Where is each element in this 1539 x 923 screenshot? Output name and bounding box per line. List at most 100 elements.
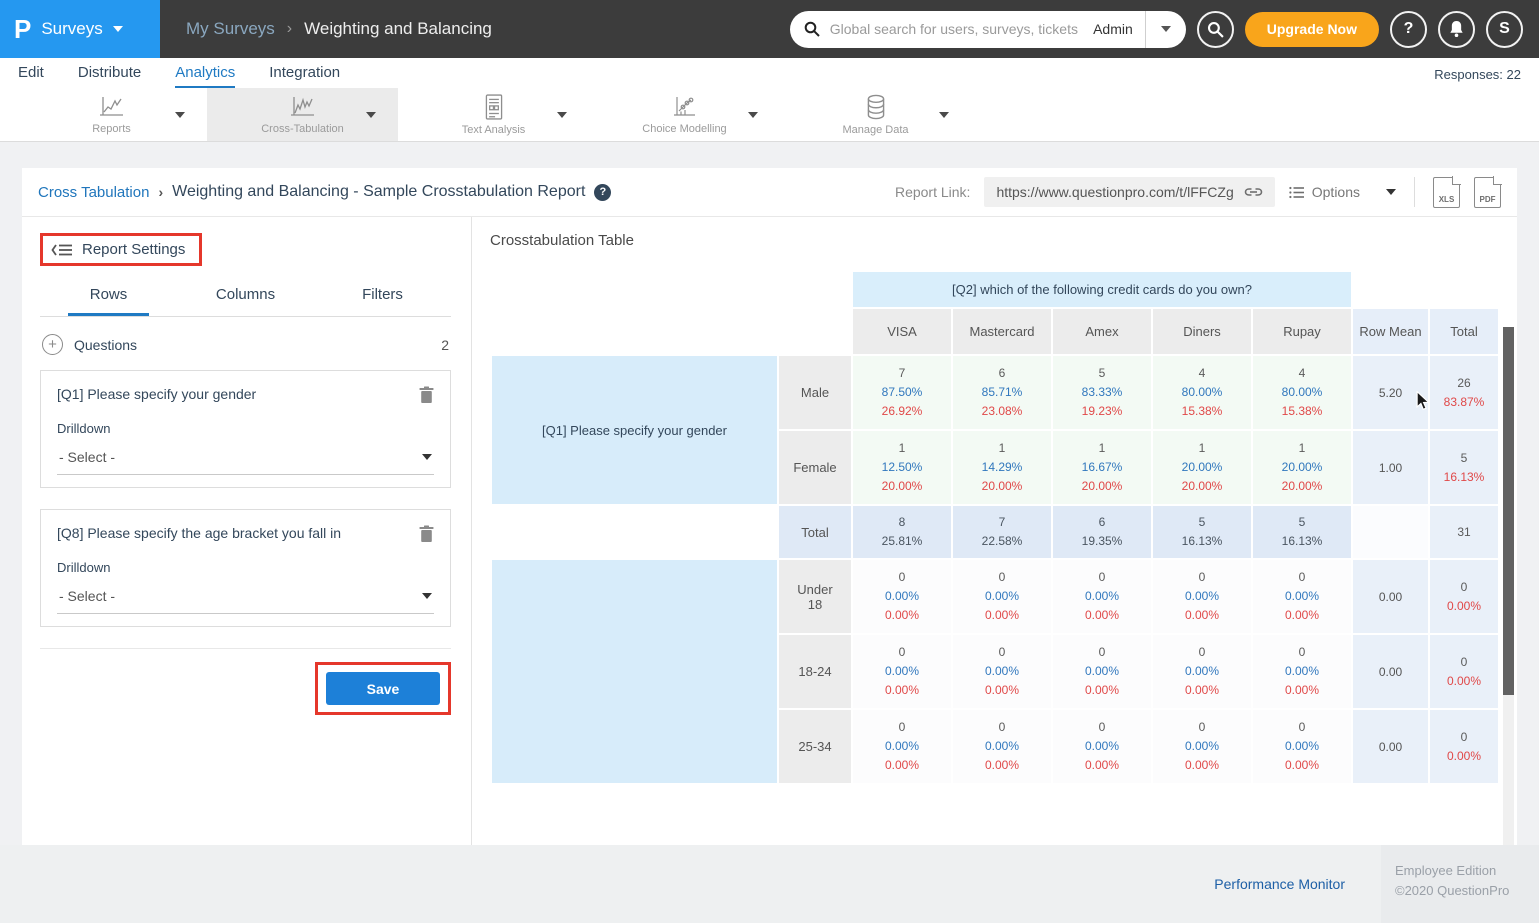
report-breadcrumb: Cross Tabulation › Weighting and Balanci… bbox=[38, 183, 611, 201]
row-header: 25-34 bbox=[779, 710, 851, 783]
row-header: Under 18 bbox=[779, 560, 851, 633]
tab-edit[interactable]: Edit bbox=[18, 64, 44, 88]
toolbar-item-reports[interactable]: Reports bbox=[16, 88, 207, 141]
line-chart-icon bbox=[290, 95, 316, 119]
delete-question-button[interactable] bbox=[419, 525, 434, 543]
row-header: 18-24 bbox=[779, 635, 851, 708]
row-mean-cell bbox=[1353, 506, 1428, 558]
chevron-down-icon[interactable] bbox=[748, 112, 758, 118]
tab-filters[interactable]: Filters bbox=[314, 286, 451, 316]
report-settings-toggle[interactable]: Report Settings bbox=[43, 236, 199, 263]
report-settings-label: Report Settings bbox=[82, 241, 185, 258]
add-question-button[interactable]: + bbox=[42, 334, 63, 355]
scrollbar-thumb[interactable] bbox=[1503, 327, 1514, 695]
questions-label: Questions bbox=[74, 337, 137, 353]
report-link-label: Report Link: bbox=[895, 184, 970, 200]
annotation-box-save: Save bbox=[315, 662, 451, 715]
row-mean-cell: 1.00 bbox=[1353, 431, 1428, 504]
delete-question-button[interactable] bbox=[419, 386, 434, 404]
row-total-cell: 31 bbox=[1430, 506, 1498, 558]
questions-header: + Questions 2 bbox=[42, 334, 449, 355]
toolbar-item-cross-tabulation[interactable]: Cross-Tabulation bbox=[207, 88, 398, 141]
survey-nav: Edit Distribute Analytics Integration Re… bbox=[0, 58, 1539, 88]
help-icon[interactable]: ? bbox=[594, 184, 611, 201]
surveys-product-switcher[interactable]: P Surveys bbox=[0, 0, 160, 58]
chevron-down-icon[interactable] bbox=[366, 112, 376, 118]
tab-columns[interactable]: Columns bbox=[177, 286, 314, 316]
drilldown-label: Drilldown bbox=[57, 560, 434, 575]
notifications-button[interactable] bbox=[1438, 11, 1475, 48]
row-mean-cell: 0.00 bbox=[1353, 635, 1428, 708]
vertical-scrollbar[interactable] bbox=[1503, 327, 1514, 859]
toolbar-item-label: Reports bbox=[92, 123, 131, 135]
report-url[interactable]: https://www.questionpro.com/t/lFFCZg bbox=[996, 184, 1233, 200]
chevron-down-icon[interactable] bbox=[557, 112, 567, 118]
help-button[interactable]: ? bbox=[1390, 11, 1427, 48]
breadcrumb-my-surveys[interactable]: My Surveys bbox=[186, 19, 275, 39]
crosstab-banner-row: [Q2] which of the following credit cards… bbox=[492, 272, 1498, 307]
crosstab-viewport[interactable]: [Q2] which of the following credit cards… bbox=[490, 270, 1517, 792]
column-header: Mastercard bbox=[953, 309, 1051, 354]
scatter-chart-icon bbox=[672, 95, 698, 119]
drilldown-select[interactable]: - Select - bbox=[57, 586, 434, 614]
toolbar-item-text-analysis[interactable]: Text Analysis bbox=[398, 88, 589, 141]
crosstab-cell: 00.00%0.00% bbox=[1253, 560, 1351, 633]
top-bar-actions: Admin Upgrade Now ? S bbox=[790, 0, 1539, 58]
crosstab-cell: 480.00%15.38% bbox=[1253, 356, 1351, 429]
chevron-down-icon bbox=[422, 454, 432, 460]
crosstab-row: [Q1] Please specify your genderMale787.5… bbox=[492, 356, 1498, 429]
cross-tabulation-link[interactable]: Cross Tabulation bbox=[38, 184, 149, 201]
row-header: Total bbox=[779, 506, 851, 558]
drilldown-select-value: - Select - bbox=[59, 588, 115, 604]
column-header: Diners bbox=[1153, 309, 1251, 354]
drilldown-label: Drilldown bbox=[57, 421, 434, 436]
export-xls-button[interactable]: XLS bbox=[1433, 177, 1460, 208]
tab-integration[interactable]: Integration bbox=[269, 64, 340, 88]
crosstab-cell: 00.00%0.00% bbox=[1153, 560, 1251, 633]
options-button[interactable]: Options bbox=[1289, 184, 1396, 200]
toolbar-item-choice-modelling[interactable]: Choice Modelling bbox=[589, 88, 780, 141]
save-button[interactable]: Save bbox=[326, 672, 440, 705]
crosstab-panel: Crosstabulation Table [Q2] which of the … bbox=[472, 217, 1517, 845]
row-total-cell: 00.00% bbox=[1430, 710, 1498, 783]
toolbar-item-label: Manage Data bbox=[842, 124, 908, 136]
report-url-box[interactable]: https://www.questionpro.com/t/lFFCZg bbox=[984, 177, 1274, 207]
upgrade-now-button[interactable]: Upgrade Now bbox=[1245, 12, 1379, 47]
crosstab-cell: 722.58% bbox=[953, 506, 1051, 558]
questionpro-app: P Surveys My Surveys › Weighting and Bal… bbox=[0, 0, 1539, 923]
account-avatar[interactable]: S bbox=[1486, 11, 1523, 48]
tab-distribute[interactable]: Distribute bbox=[78, 64, 141, 88]
crosstab-cell: 00.00%0.00% bbox=[1253, 635, 1351, 708]
questions-count: 2 bbox=[441, 337, 449, 353]
document-chart-icon bbox=[483, 94, 505, 120]
search-button[interactable] bbox=[1197, 11, 1234, 48]
crosstab-cell: 00.00%0.00% bbox=[1153, 710, 1251, 783]
performance-monitor-link[interactable]: Performance Monitor bbox=[1214, 876, 1345, 892]
crosstab-title: Crosstabulation Table bbox=[490, 232, 1517, 249]
row-mean-cell: 0.00 bbox=[1353, 560, 1428, 633]
search-input[interactable] bbox=[820, 21, 1093, 37]
chevron-down-icon[interactable] bbox=[175, 112, 185, 118]
drilldown-select[interactable]: - Select - bbox=[57, 447, 434, 475]
search-scope-dropdown[interactable] bbox=[1146, 11, 1186, 48]
tab-rows[interactable]: Rows bbox=[40, 286, 177, 316]
report-card: Cross Tabulation › Weighting and Balanci… bbox=[22, 168, 1517, 845]
crosstab-cell: 00.00%0.00% bbox=[1253, 710, 1351, 783]
toolbar-item-label: Cross-Tabulation bbox=[261, 123, 344, 135]
crosstab-cell: 480.00%15.38% bbox=[1153, 356, 1251, 429]
question-text: [Q8] Please specify the age bracket you … bbox=[57, 525, 419, 541]
question-text: [Q1] Please specify your gender bbox=[57, 386, 419, 402]
bell-icon bbox=[1448, 20, 1465, 38]
toolbar-item-manage-data[interactable]: Manage Data bbox=[780, 88, 971, 141]
column-header: VISA bbox=[853, 309, 951, 354]
search-icon bbox=[1207, 21, 1224, 38]
chevron-down-icon[interactable] bbox=[939, 112, 949, 118]
export-pdf-button[interactable]: PDF bbox=[1474, 177, 1501, 208]
row-header: Male bbox=[779, 356, 851, 429]
tab-analytics[interactable]: Analytics bbox=[175, 64, 235, 88]
global-search: Admin bbox=[790, 11, 1186, 48]
responses-count: Responses: 22 bbox=[1434, 67, 1521, 88]
column-question-banner: [Q2] which of the following credit cards… bbox=[853, 272, 1351, 307]
divider bbox=[1414, 177, 1415, 207]
link-icon[interactable] bbox=[1244, 186, 1263, 198]
